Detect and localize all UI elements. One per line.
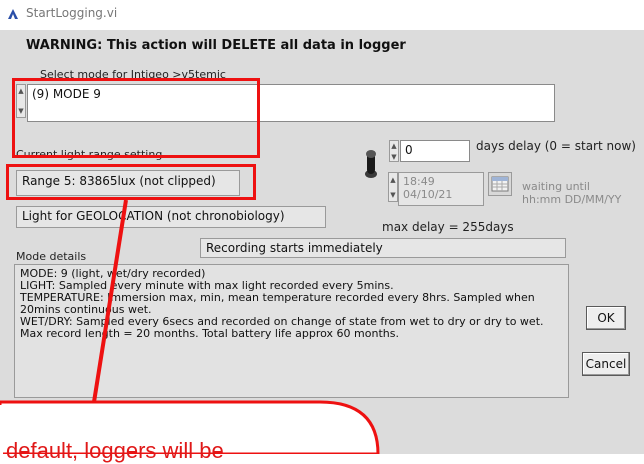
annotation-callout <box>0 199 380 454</box>
annotation-callout-text: default, loggers will be <box>6 438 224 463</box>
startlogging-window: StartLogging.vi WARNING: This action wil… <box>0 0 644 463</box>
